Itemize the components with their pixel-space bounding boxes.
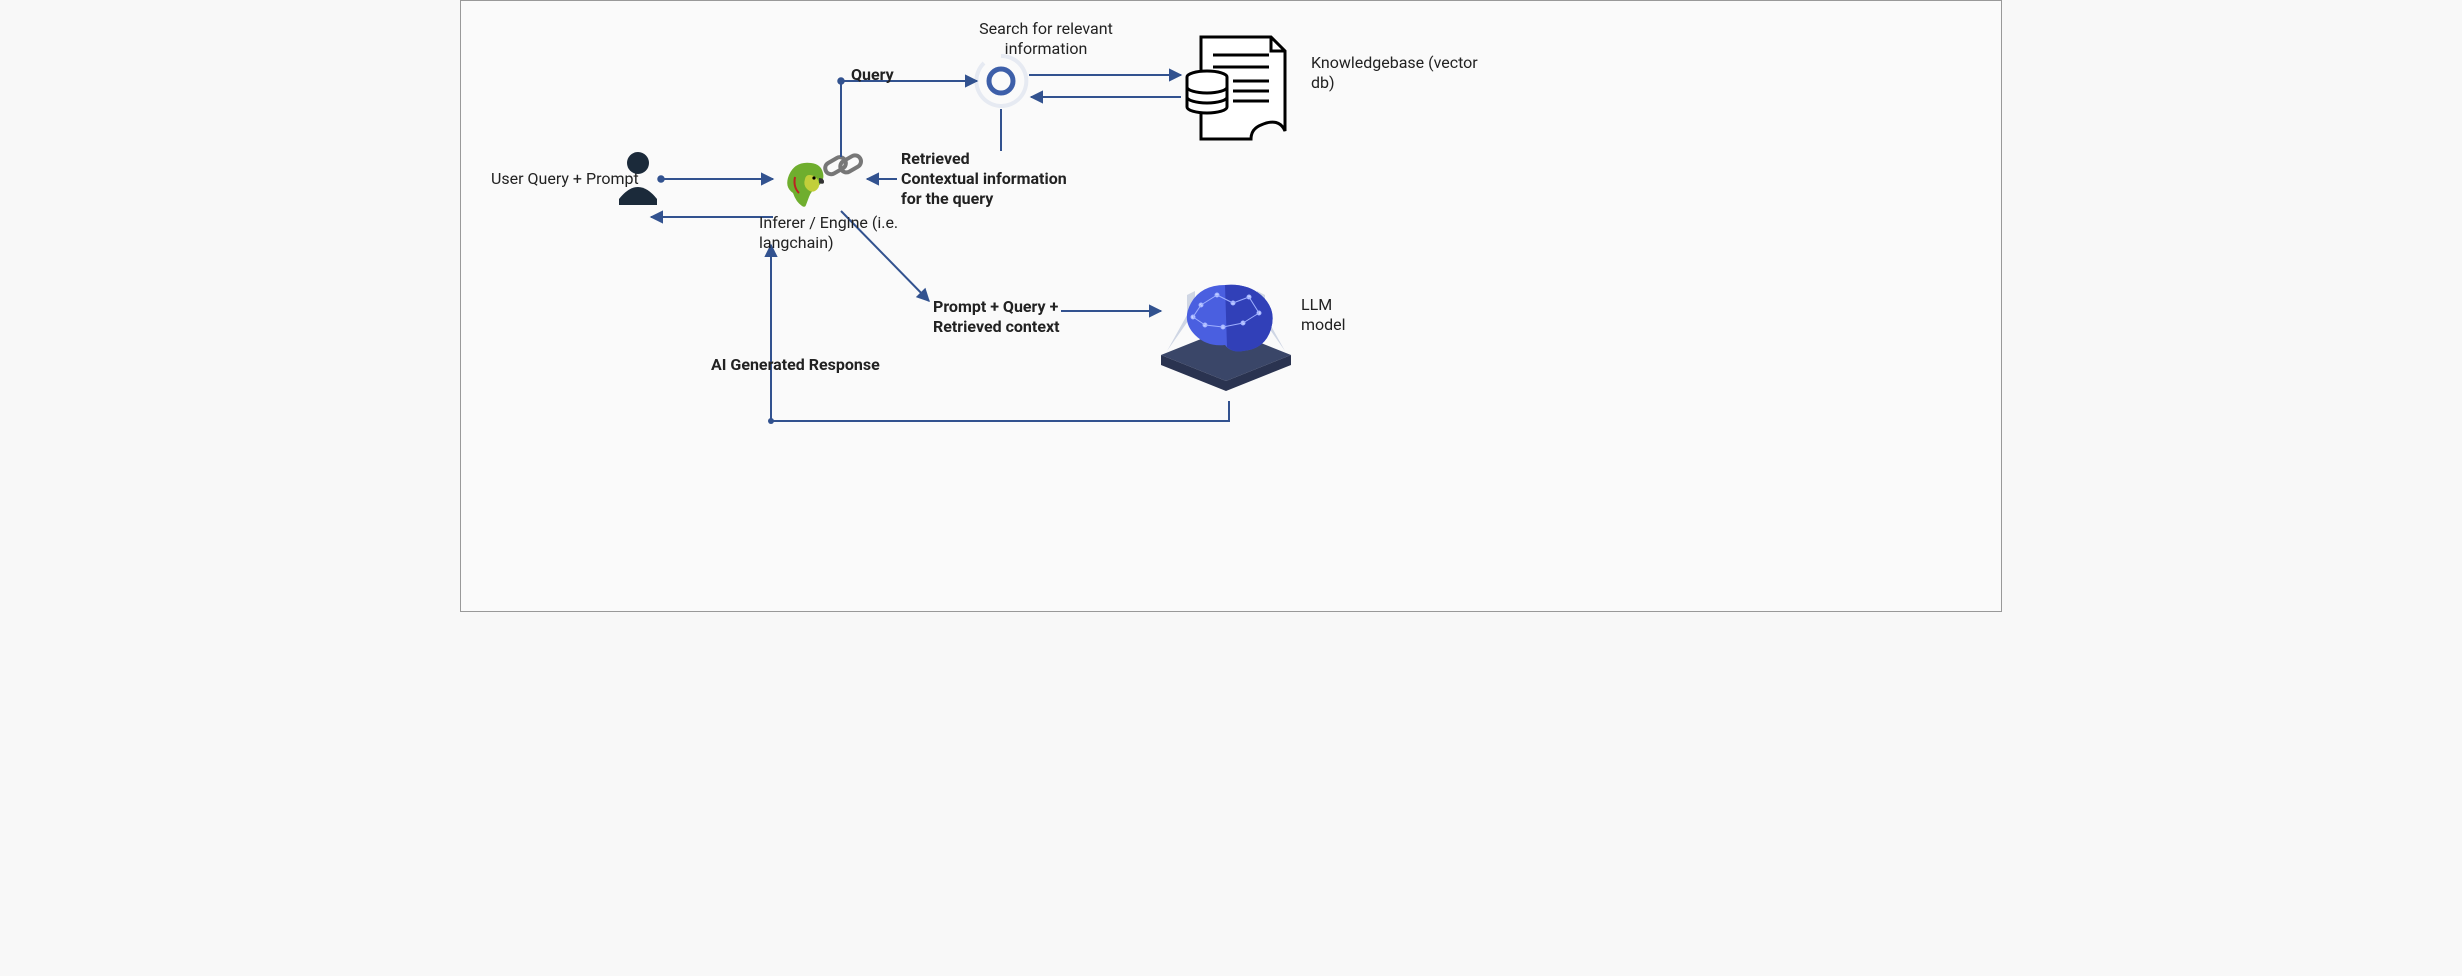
chain-link-icon	[823, 148, 863, 182]
diagram-svg	[461, 1, 2001, 611]
label-retrieved-line3: for the query	[901, 189, 993, 210]
label-query: Query	[851, 65, 894, 86]
parrot-icon	[787, 163, 824, 207]
label-retrieved-line2: Contextual information	[901, 169, 1067, 190]
llm-brain-icon	[1161, 285, 1291, 391]
label-search-line2: information	[961, 39, 1131, 60]
label-kb-line1: Knowledgebase (vector	[1311, 53, 1478, 74]
arrow-engine-to-search	[841, 81, 977, 157]
label-ai-response: AI Generated Response	[711, 355, 880, 376]
search-spinner-icon	[976, 56, 1026, 106]
knowledgebase-icon	[1187, 37, 1285, 139]
label-prompt-line2: Retrieved context	[933, 317, 1060, 338]
label-inferer-line2: langchain)	[759, 233, 834, 254]
label-prompt-line1: Prompt + Query +	[933, 297, 1058, 318]
label-llm-line2: model	[1301, 315, 1346, 336]
label-search-line1: Search for relevant	[961, 19, 1131, 40]
diagram-canvas: User Query + Prompt Inferer / Engine (i.…	[460, 0, 2002, 612]
label-llm-line1: LLM	[1301, 295, 1332, 316]
label-retrieved-line1: Retrieved	[901, 149, 970, 170]
label-kb-line2: db)	[1311, 73, 1335, 94]
label-inferer-line1: Inferer / Engine (i.e.	[759, 213, 898, 234]
label-user-query: User Query + Prompt	[491, 169, 639, 190]
